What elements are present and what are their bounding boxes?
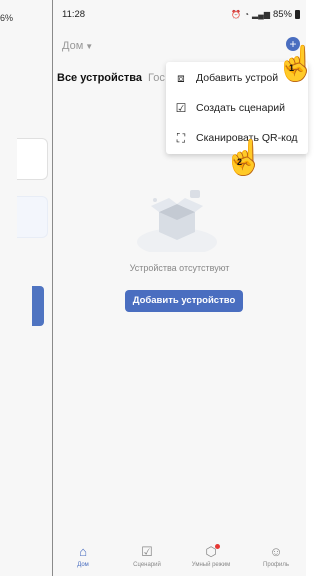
add-device-button[interactable]: Добавить устройство — [125, 290, 243, 312]
battery-icon — [295, 10, 300, 19]
profile-icon: ☺ — [269, 544, 283, 559]
home-selector[interactable]: Дом ▼ — [62, 40, 93, 52]
hand-number-2: 2 — [237, 157, 243, 167]
menu-item-create-scenario[interactable]: ☑ Создать сценарий — [174, 98, 285, 118]
smart-icon: ⬡ — [181, 544, 241, 560]
chevron-down-icon: ▼ — [85, 42, 94, 51]
bottom-navigation: ⌂ Дом ☑ Сценарий ⬡ Умный режим ☺ Профиль — [53, 540, 306, 576]
nav-profile[interactable]: ☺ Профиль — [246, 544, 306, 568]
nav-scenario[interactable]: ☑ Сценарий — [117, 544, 177, 568]
device-add-icon: ⧈ — [177, 70, 185, 85]
hand-number-1: 1 — [289, 63, 295, 73]
home-icon: ⌂ — [79, 544, 87, 559]
pointer-hand-icon-2: ☝ 2 — [223, 139, 266, 177]
left-battery-text: 6% — [0, 13, 14, 23]
empty-box-illustration — [137, 180, 217, 256]
pointer-hand-icon-1: ☝ 1 — [275, 45, 318, 83]
menu-item-add-device[interactable]: ⧈ Добавить устрой — [174, 68, 278, 88]
device-tabs: Все устройства Гос — [57, 72, 165, 84]
nav-smart[interactable]: ⬡ Умный режим — [181, 544, 241, 568]
phone-screen: 11:28 ⏰ ◔ ▂▄▆ 85% Дом ▼ + Все устройства Г… — [52, 0, 317, 576]
home-label: Дом — [62, 40, 84, 52]
nav-label: Сценарий — [133, 562, 161, 568]
nav-home[interactable]: ⌂ Дом — [53, 544, 113, 568]
tab-all-devices[interactable]: Все устройства — [57, 72, 142, 84]
status-time: 11:28 — [62, 9, 86, 20]
alarm-icon: ⏰ — [231, 10, 242, 19]
status-bar: 11:28 ⏰ ◔ ▂▄▆ 85% — [62, 9, 300, 23]
menu-item-label: Создать сценарий — [196, 102, 286, 114]
nav-label: Умный режим — [191, 562, 231, 568]
wifi-icon: ◔ — [244, 10, 249, 19]
scenario-icon: ☑ — [141, 544, 153, 559]
menu-item-label: Добавить устрой — [196, 72, 279, 84]
previous-screen-fragment: 6% — [0, 0, 53, 576]
left-blue-button-fragment — [32, 286, 44, 326]
notification-dot — [215, 544, 220, 549]
scan-qr-icon: ⛶ — [176, 130, 186, 145]
empty-state-text: Устройства отсутствуют — [129, 263, 230, 273]
nav-label: Профиль — [263, 562, 289, 568]
scenario-add-icon: ☑ — [175, 101, 187, 115]
battery-text: 85% — [272, 9, 292, 20]
status-icons: ⏰ ◔ ▂▄▆ 85% — [231, 9, 300, 20]
tab-guest[interactable]: Гос — [148, 72, 165, 84]
nav-label: Дом — [77, 562, 89, 568]
left-card-highlight — [17, 196, 48, 238]
signal-icon: ▂▄▆ — [252, 10, 270, 19]
left-card — [17, 138, 48, 180]
